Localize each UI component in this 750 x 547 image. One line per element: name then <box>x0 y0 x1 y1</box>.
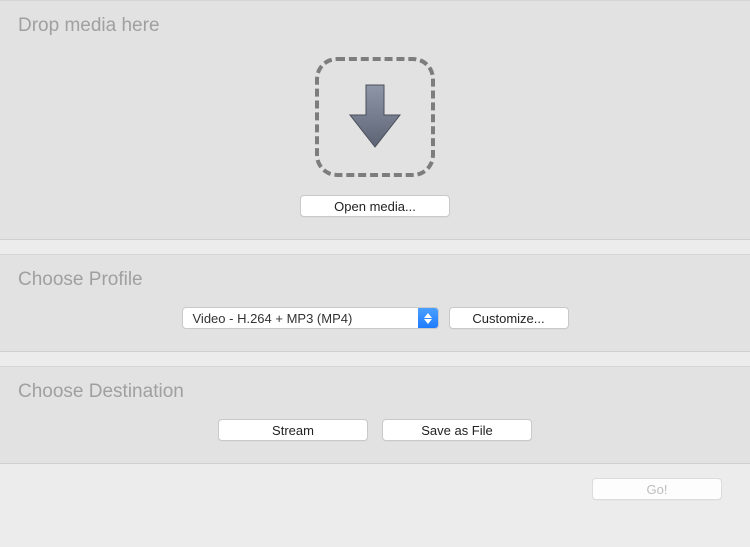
download-arrow-icon <box>346 81 404 154</box>
drop-media-title: Drop media here <box>18 15 732 37</box>
open-media-label: Open media... <box>334 199 416 214</box>
choose-profile-title: Choose Profile <box>18 269 732 291</box>
updown-chevron-icon <box>418 308 438 328</box>
drop-zone[interactable]: Open media... <box>300 57 450 217</box>
choose-destination-panel: Choose Destination Stream Save as File <box>0 366 750 464</box>
customize-button[interactable]: Customize... <box>449 307 569 329</box>
stream-label: Stream <box>272 423 314 438</box>
choose-destination-title: Choose Destination <box>18 381 732 403</box>
drop-media-panel[interactable]: Drop media here Open media... <box>0 0 750 240</box>
stream-button[interactable]: Stream <box>218 419 368 441</box>
customize-label: Customize... <box>472 311 544 326</box>
profile-select-value: Video - H.264 + MP3 (MP4) <box>183 308 418 328</box>
choose-profile-panel: Choose Profile Video - H.264 + MP3 (MP4)… <box>0 254 750 352</box>
go-label: Go! <box>647 482 668 497</box>
footer-row: Go! <box>0 478 750 500</box>
go-button[interactable]: Go! <box>592 478 722 500</box>
drop-zone-box[interactable] <box>315 57 435 177</box>
save-as-file-label: Save as File <box>421 423 493 438</box>
open-media-button[interactable]: Open media... <box>300 195 450 217</box>
save-as-file-button[interactable]: Save as File <box>382 419 532 441</box>
profile-select[interactable]: Video - H.264 + MP3 (MP4) <box>182 307 439 329</box>
